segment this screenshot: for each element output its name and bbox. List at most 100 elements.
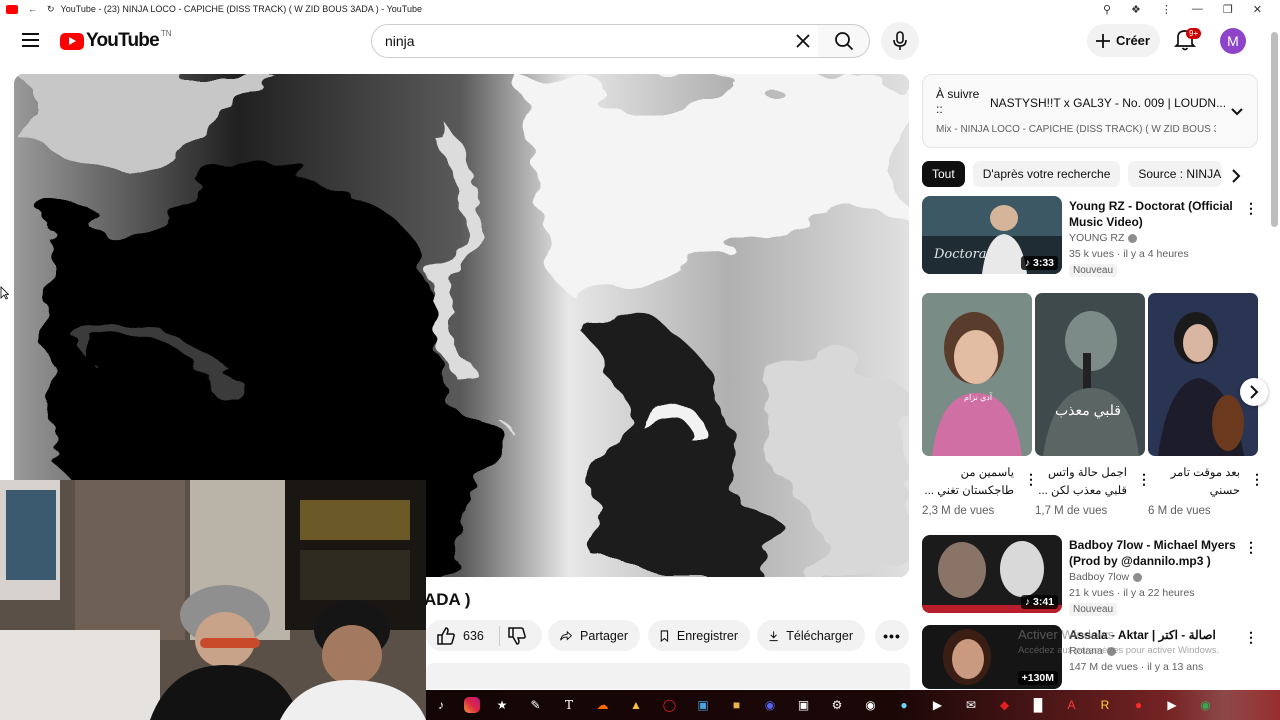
short-thumbnail[interactable]: قلبي معذب — [1035, 293, 1145, 456]
mail-icon[interactable]: ✉ — [960, 696, 982, 714]
app-icon[interactable]: ★ — [491, 696, 513, 714]
short-title[interactable]: بعد موقت تامر حسني — [1150, 464, 1240, 500]
opera-icon[interactable]: ◯ — [659, 696, 681, 714]
account-avatar[interactable]: M — [1220, 28, 1246, 54]
chip-all[interactable]: Tout — [922, 161, 965, 187]
more-vertical-icon[interactable]: ⋮ — [1244, 539, 1258, 556]
share-button[interactable]: Partager — [548, 620, 640, 651]
microphone-icon — [893, 31, 907, 50]
notification-badge: 9+ — [1186, 28, 1202, 39]
like-dislike-group: 636 — [426, 620, 542, 651]
app-a-icon[interactable]: A — [1061, 696, 1083, 714]
channel-name[interactable]: YOUNG RZ — [1069, 232, 1138, 244]
create-button[interactable]: Créer — [1087, 24, 1160, 57]
short-title[interactable]: ياسمين من طاجكستان تغني ... — [924, 464, 1014, 500]
instagram-icon[interactable] — [463, 697, 480, 713]
video-meta: 21 k vues · il y a 22 heures — [1069, 587, 1195, 599]
zoom-icon[interactable]: ⚲ — [1103, 3, 1111, 16]
record-icon[interactable]: ● — [1128, 696, 1150, 714]
soundcloud-icon[interactable]: ☁ — [592, 696, 614, 714]
short-views: 2,3 M de vues — [922, 505, 995, 517]
text-tool-icon[interactable]: T — [558, 696, 580, 714]
folder-icon[interactable]: ■ — [726, 696, 748, 714]
menu-dots-icon[interactable]: ⋮ — [1161, 3, 1172, 16]
more-horizontal-icon: ••• — [883, 627, 901, 644]
extensions-icon[interactable]: ❖ — [1131, 3, 1141, 16]
settings-icon[interactable]: ⚙ — [826, 696, 848, 714]
short-item[interactable]: بعد موقت تامر حسني ⋮ 6 M de vues — [1148, 293, 1264, 517]
save-button[interactable]: Enregistrer — [648, 620, 750, 651]
notes-icon[interactable]: ▲ — [625, 696, 647, 714]
shorts-shelf: آدي نزام ياسمين من طاجكستان تغني ... ⋮ 2… — [922, 293, 1264, 523]
browser-icon[interactable]: ● — [893, 696, 915, 714]
search-button[interactable] — [818, 24, 870, 58]
more-vertical-icon[interactable]: ⋮ — [1244, 200, 1258, 217]
recommendation-title[interactable]: Badboy 7low - Michael Myers (Prod by @da… — [1069, 537, 1239, 569]
media-icon[interactable]: ▶ — [927, 696, 949, 714]
duration-badge: ♪ 3:41 — [1020, 595, 1058, 609]
short-thumbnail[interactable]: آدي نزام — [922, 293, 1032, 456]
more-actions-button[interactable]: ••• — [875, 620, 909, 651]
tiktok-icon[interactable]: ♪ — [430, 696, 452, 714]
game-icon[interactable]: ◆ — [994, 696, 1016, 714]
description-box[interactable] — [426, 663, 910, 689]
up-next-panel[interactable]: À suivre :: NASTYSH!!T x GAL3Y - No. 009… — [922, 74, 1258, 148]
short-thumbnail[interactable] — [1148, 293, 1258, 456]
back-arrow-icon[interactable]: ← — [28, 4, 37, 14]
voice-search-button[interactable] — [881, 22, 919, 60]
video-meta: 147 M de vues · il y a 13 ans — [1069, 661, 1204, 673]
capcut-icon[interactable]: ▣ — [793, 696, 815, 714]
like-icon[interactable] — [436, 626, 456, 646]
dislike-icon[interactable] — [507, 626, 527, 646]
new-badge: Nouveau — [1069, 603, 1118, 616]
bookmark-icon — [660, 629, 669, 642]
video-thumbnail[interactable]: Doctorat ♪ 3:33 — [922, 196, 1062, 274]
browser-titlebar: ← ↻ YouTube - (23) NINJA LOCO - CAPICHE … — [0, 0, 1280, 18]
page-scrollbar[interactable] — [1271, 32, 1278, 227]
youtube-logo[interactable]: YouTube TN — [60, 29, 172, 52]
photos-icon[interactable]: ▣ — [692, 696, 714, 714]
restore-icon[interactable]: ❐ — [1223, 3, 1233, 16]
clear-search-icon[interactable] — [794, 32, 812, 50]
duration-badge: ♪ 3:33 — [1020, 256, 1058, 270]
chip-based-on-search[interactable]: D'après votre recherche — [972, 161, 1121, 187]
video-meta: 35 k vues · il y a 4 heures — [1069, 248, 1189, 260]
app-r-icon[interactable]: R — [1094, 696, 1116, 714]
chip-source[interactable]: Source : NINJA — [1128, 161, 1223, 187]
verified-icon — [1128, 233, 1138, 243]
new-badge: Nouveau — [1069, 264, 1118, 277]
channel-name[interactable]: Badboy 7low — [1069, 571, 1143, 583]
svg-text:قلبي معذب: قلبي معذب — [1055, 402, 1121, 418]
recommendation-item[interactable]: ♪ 3:41 Badboy 7low - Michael Myers (Prod… — [922, 535, 1262, 616]
video-title: ADA ) — [424, 590, 471, 609]
hamburger-menu-icon[interactable] — [22, 33, 39, 47]
recommendation-item[interactable]: Doctorat ♪ 3:33 Young RZ - Doctorat (Off… — [922, 196, 1262, 277]
steam-icon[interactable]: ◉ — [860, 696, 882, 714]
discord-icon[interactable]: ◉ — [759, 696, 781, 714]
chrome-icon[interactable]: ◉ — [1195, 696, 1217, 714]
terminal-icon[interactable]: █ — [1027, 696, 1049, 714]
play-icon[interactable]: ▶ — [1161, 696, 1183, 714]
reload-icon[interactable]: ↻ — [47, 4, 55, 15]
minimize-icon[interactable]: — — [1192, 3, 1203, 15]
close-window-icon[interactable]: ✕ — [1253, 3, 1262, 16]
recommendation-title[interactable]: Young RZ - Doctorat (Official Music Vide… — [1069, 198, 1239, 230]
chevron-down-icon[interactable] — [1229, 104, 1245, 120]
window-title: YouTube - (23) NINJA LOCO - CAPICHE (DIS… — [60, 4, 422, 14]
video-thumbnail[interactable]: ♪ 3:41 — [922, 535, 1062, 613]
like-count[interactable]: 636 — [463, 629, 484, 643]
short-item[interactable]: آدي نزام ياسمين من طاجكستان تغني ... ⋮ 2… — [922, 293, 1038, 517]
more-vertical-icon[interactable]: ⋮ — [1024, 471, 1038, 488]
chevron-right-icon[interactable] — [1229, 168, 1243, 184]
search-icon — [834, 32, 853, 51]
search-input[interactable]: ninja — [371, 24, 819, 58]
short-title[interactable]: اجمل حالة واتس قلبي معذب لكن ... — [1037, 464, 1127, 500]
shorts-next-button[interactable] — [1240, 378, 1268, 406]
more-vertical-icon[interactable]: ⋮ — [1250, 471, 1264, 488]
short-item[interactable]: قلبي معذب اجمل حالة واتس قلبي معذب لكن .… — [1035, 293, 1151, 517]
download-icon — [769, 630, 778, 641]
more-vertical-icon[interactable]: ⋮ — [1244, 629, 1258, 646]
editor-icon[interactable]: ✎ — [525, 696, 547, 714]
download-button[interactable]: Télécharger — [757, 620, 865, 651]
more-vertical-icon[interactable]: ⋮ — [1137, 471, 1151, 488]
